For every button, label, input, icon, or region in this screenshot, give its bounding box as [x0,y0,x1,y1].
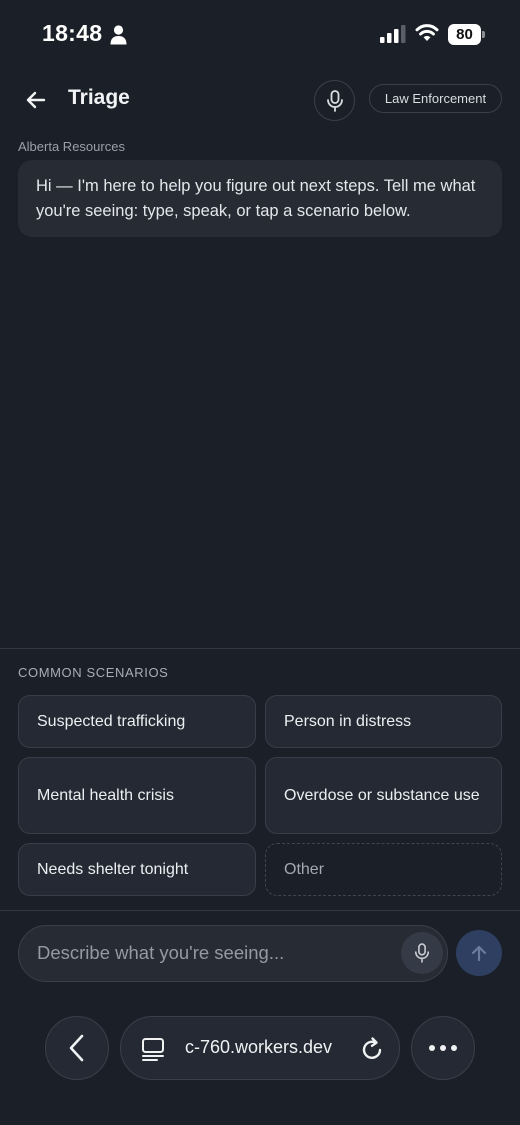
message-composer [18,925,448,982]
person-icon [110,25,127,45]
scenario-chip-person-in-distress[interactable]: Person in distress [265,695,502,748]
divider [0,648,520,649]
send-button[interactable] [456,930,502,976]
arrow-up-icon [471,945,487,962]
tabs-icon[interactable] [141,1037,165,1061]
message-sender: Alberta Resources [18,139,125,154]
status-time: 18:48 [42,20,103,46]
battery-cap [482,31,485,38]
voice-button[interactable] [314,80,355,121]
dictate-button[interactable] [401,932,443,974]
signal-icon [380,25,406,43]
scenario-chip-other[interactable]: Other [265,843,502,896]
app-header: Triage Law Enforcement [0,78,520,122]
browser-back-button[interactable] [45,1016,109,1080]
arrow-left-icon[interactable] [22,86,50,114]
more-icon [429,1045,457,1051]
message-input[interactable] [37,926,407,980]
battery-level: 80 [448,24,481,45]
scenarios-heading: COMMON SCENARIOS [18,665,169,680]
scenario-chip-overdose[interactable]: Overdose or substance use [265,757,502,834]
reload-icon[interactable] [358,1035,386,1063]
scenario-chip-mental-health-crisis[interactable]: Mental health crisis [18,757,256,834]
role-selector-button[interactable]: Law Enforcement [369,84,502,113]
microphone-icon [326,89,343,112]
more-options-button[interactable] [411,1016,475,1080]
divider [0,910,520,911]
status-bar: 18:48 80 [0,0,520,70]
scenario-chip-suspected-trafficking[interactable]: Suspected trafficking [18,695,256,748]
page-title: Triage [68,86,130,109]
microphone-icon [414,943,430,963]
chevron-left-icon [69,1034,84,1062]
wifi-icon [415,24,439,41]
battery-icon: 80 [448,24,485,45]
address-bar[interactable]: c-760.workers.dev [120,1016,400,1080]
scenario-chip-needs-shelter[interactable]: Needs shelter tonight [18,843,256,896]
url-text: c-760.workers.dev [185,1037,333,1057]
assistant-message: Hi — I'm here to help you figure out nex… [18,160,502,237]
